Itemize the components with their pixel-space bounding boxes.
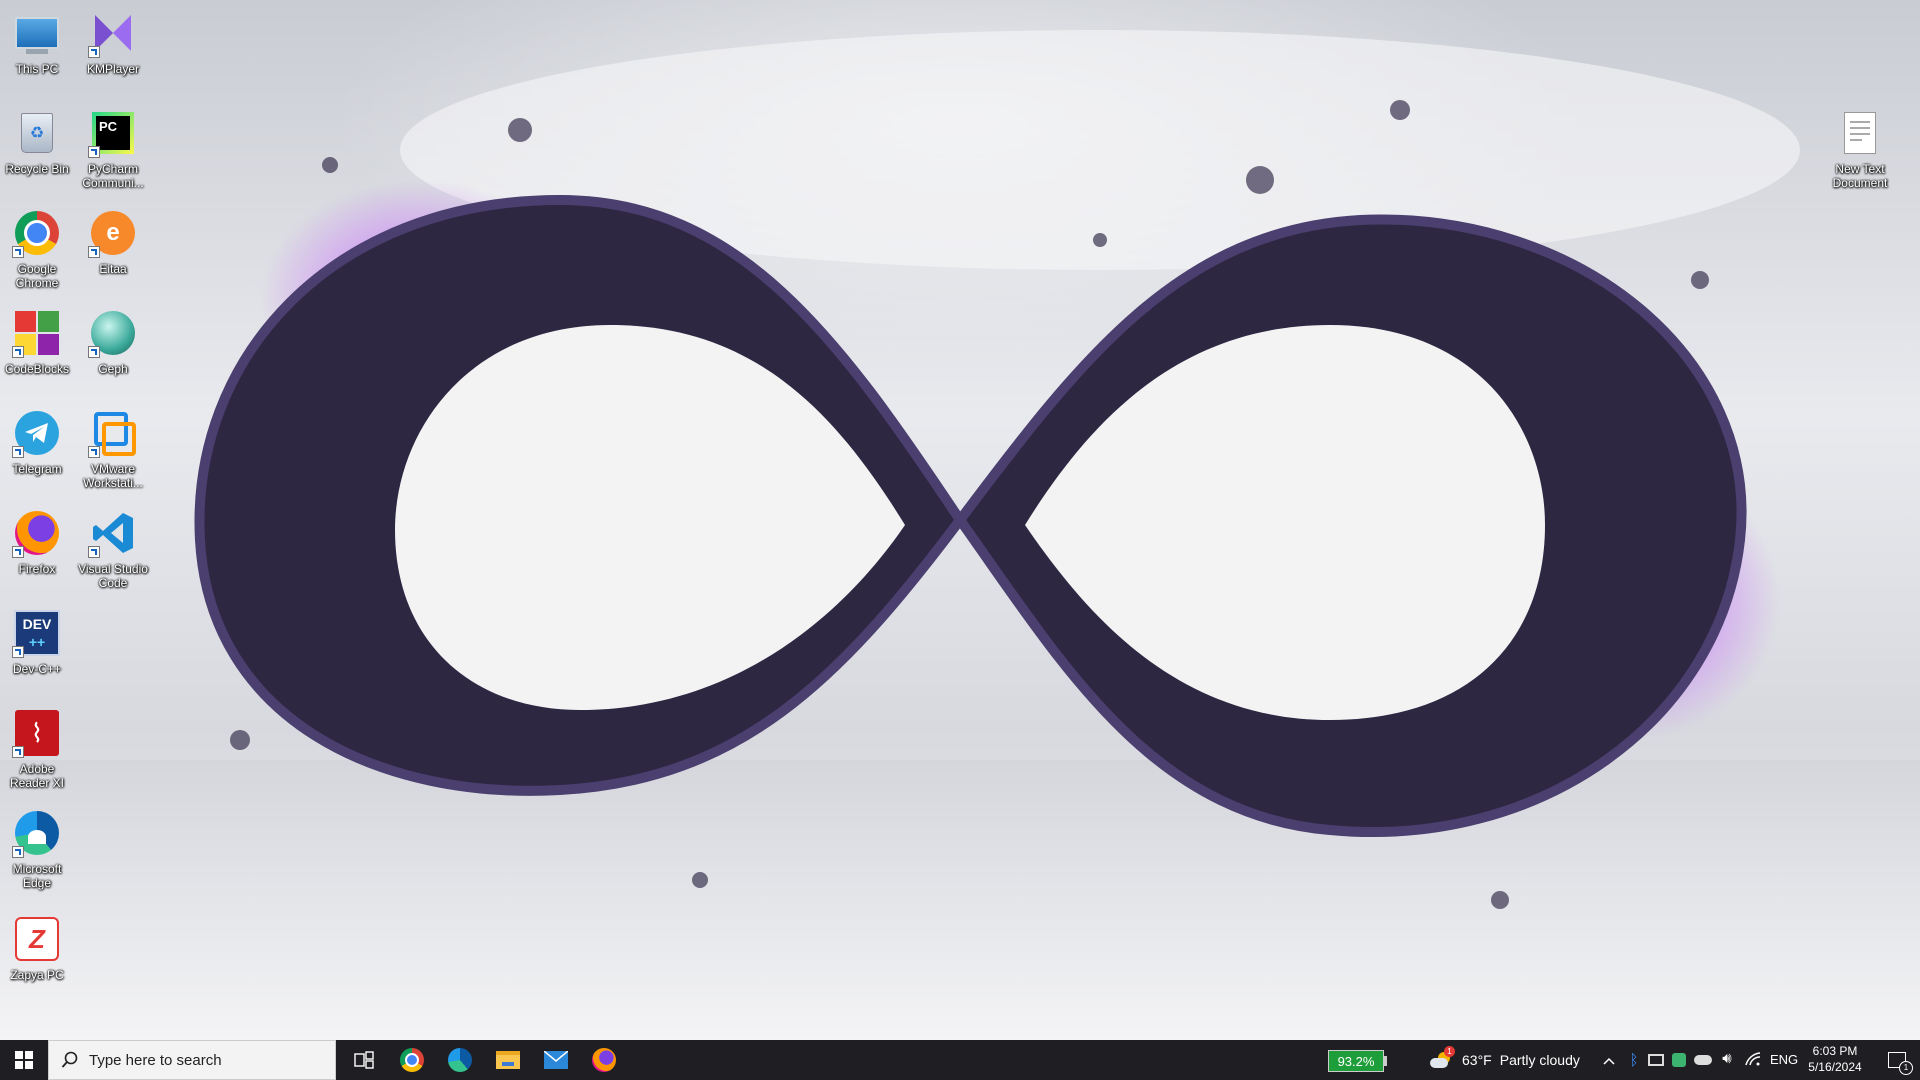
devcpp-icon: DEV ++: [12, 608, 62, 658]
desktop-icon-vscode[interactable]: Visual Studio Code: [76, 508, 150, 590]
taskbar-edge[interactable]: [436, 1040, 484, 1080]
icon-label: Visual Studio Code: [78, 562, 148, 590]
taskbar-file-explorer[interactable]: [484, 1040, 532, 1080]
icon-label: CodeBlocks: [4, 362, 70, 376]
edge-icon: [12, 808, 62, 858]
geph-icon: [88, 308, 138, 358]
battery-tip: [1384, 1056, 1387, 1066]
desktop-icon-adobe-reader[interactable]: ⌇ Adobe Reader XI: [0, 708, 74, 790]
tray-overflow-button[interactable]: [1600, 1052, 1618, 1070]
codeblocks-icon: [12, 308, 62, 358]
icon-label: Dev-C++: [12, 662, 62, 676]
file-explorer-icon: [496, 1051, 520, 1069]
desktop-icon-codeblocks[interactable]: CodeBlocks: [0, 308, 74, 376]
language-indicator[interactable]: ENG: [1770, 1052, 1798, 1067]
desktop-icon-recycle-bin[interactable]: ♻ Recycle Bin: [0, 108, 74, 176]
task-view-icon: [354, 1051, 374, 1069]
wifi-icon[interactable]: [1744, 1051, 1762, 1069]
weather-temp: 63°F: [1462, 1052, 1492, 1068]
this-pc-icon: [12, 8, 62, 58]
kmplayer-icon: [88, 8, 138, 58]
eitaa-icon: e: [88, 208, 138, 258]
adobe-reader-icon: ⌇: [12, 708, 62, 758]
desktop-icon-devcpp[interactable]: DEV ++ Dev-C++: [0, 608, 74, 676]
desktop-icon-zapya[interactable]: Z Zapya PC: [0, 914, 74, 982]
security-icon[interactable]: [1672, 1053, 1686, 1067]
volume-icon[interactable]: 🔊︎: [1718, 1050, 1736, 1070]
recycle-bin-icon: ♻: [12, 108, 62, 158]
icon-label: VMware Workstati...: [83, 462, 143, 490]
telegram-icon: [12, 408, 62, 458]
edge-icon: [448, 1048, 472, 1072]
weather-badge: 1: [1444, 1046, 1455, 1057]
notification-center-button[interactable]: 1: [1874, 1040, 1920, 1080]
chrome-icon: [12, 208, 62, 258]
desktop-icon-eitaa[interactable]: e Eitaa: [76, 208, 150, 276]
desktop[interactable]: This PC KMPlayer ♻ Recycle Bin PC PyChar…: [0, 0, 1920, 1040]
bluetooth-icon[interactable]: ᛒ: [1626, 1052, 1642, 1070]
notification-count: 1: [1899, 1061, 1913, 1075]
icon-label: Adobe Reader XI: [9, 762, 65, 790]
chevron-up-icon: [1603, 1057, 1615, 1065]
onedrive-icon[interactable]: [1694, 1055, 1712, 1065]
desktop-icon-this-pc[interactable]: This PC: [0, 8, 74, 76]
desktop-icon-vmware[interactable]: VMware Workstati...: [76, 408, 150, 490]
icon-label: PyCharm Communi...: [82, 162, 144, 190]
vmware-icon: [88, 408, 138, 458]
desktop-icon-geph[interactable]: Geph: [76, 308, 150, 376]
icon-label: Firefox: [18, 562, 56, 576]
icon-label: This PC: [15, 62, 59, 76]
firefox-icon: [592, 1048, 616, 1072]
icon-label: Google Chrome: [15, 262, 59, 290]
firefox-icon: [12, 508, 62, 558]
icon-label: Telegram: [12, 462, 62, 476]
icon-label: Zapya PC: [10, 968, 64, 982]
wallpaper: [0, 30, 1920, 1040]
taskbar-chrome[interactable]: [388, 1040, 436, 1080]
pycharm-icon: PC: [88, 108, 138, 158]
notification-icon: 1: [1888, 1052, 1913, 1075]
taskbar-mail[interactable]: [532, 1040, 580, 1080]
desktop-icon-chrome[interactable]: Google Chrome: [0, 208, 74, 290]
taskbar: Type here to search 93.2% 1 63°F Partly …: [0, 1040, 1920, 1080]
battery-percent: 93.2%: [1337, 1053, 1375, 1069]
windows-logo-icon: [15, 1051, 33, 1069]
clock[interactable]: 6:03 PM 5/16/2024: [1800, 1043, 1870, 1075]
desktop-icon-new-text-document[interactable]: New Text Document: [1823, 108, 1897, 190]
chrome-icon: [400, 1048, 424, 1072]
text-document-icon: [1835, 108, 1885, 158]
clock-time: 6:03 PM: [1812, 1044, 1858, 1058]
task-view-button[interactable]: [340, 1040, 388, 1080]
zapya-icon: Z: [12, 914, 62, 964]
taskbar-firefox[interactable]: [580, 1040, 628, 1080]
icon-label: Microsoft Edge: [12, 862, 62, 890]
icon-label: Recycle Bin: [5, 162, 69, 176]
vscode-icon: [88, 508, 138, 558]
weather-icon: 1: [1430, 1046, 1455, 1070]
search-icon: [61, 1051, 78, 1068]
network-adapter-icon[interactable]: [1648, 1054, 1664, 1066]
search-placeholder: Type here to search: [89, 1051, 222, 1069]
icon-label: Eitaa: [99, 262, 127, 276]
clock-date: 5/16/2024: [1808, 1060, 1862, 1074]
battery-meter[interactable]: 93.2%: [1328, 1050, 1384, 1072]
weather-widget[interactable]: 1 63°F Partly cloudy: [1430, 1040, 1580, 1080]
weather-condition: Partly cloudy: [1499, 1052, 1580, 1068]
icon-label: KMPlayer: [86, 62, 139, 76]
desktop-icon-pycharm[interactable]: PC PyCharm Communi...: [76, 108, 150, 190]
mail-icon: [543, 1050, 569, 1069]
icon-label: New Text Document: [1832, 162, 1888, 190]
start-button[interactable]: [0, 1040, 48, 1080]
desktop-icon-edge[interactable]: Microsoft Edge: [0, 808, 74, 890]
desktop-icon-telegram[interactable]: Telegram: [0, 408, 74, 476]
icon-label: Geph: [98, 362, 128, 376]
desktop-icon-firefox[interactable]: Firefox: [0, 508, 74, 576]
search-box[interactable]: Type here to search: [48, 1040, 336, 1080]
desktop-icon-kmplayer[interactable]: KMPlayer: [76, 8, 150, 76]
